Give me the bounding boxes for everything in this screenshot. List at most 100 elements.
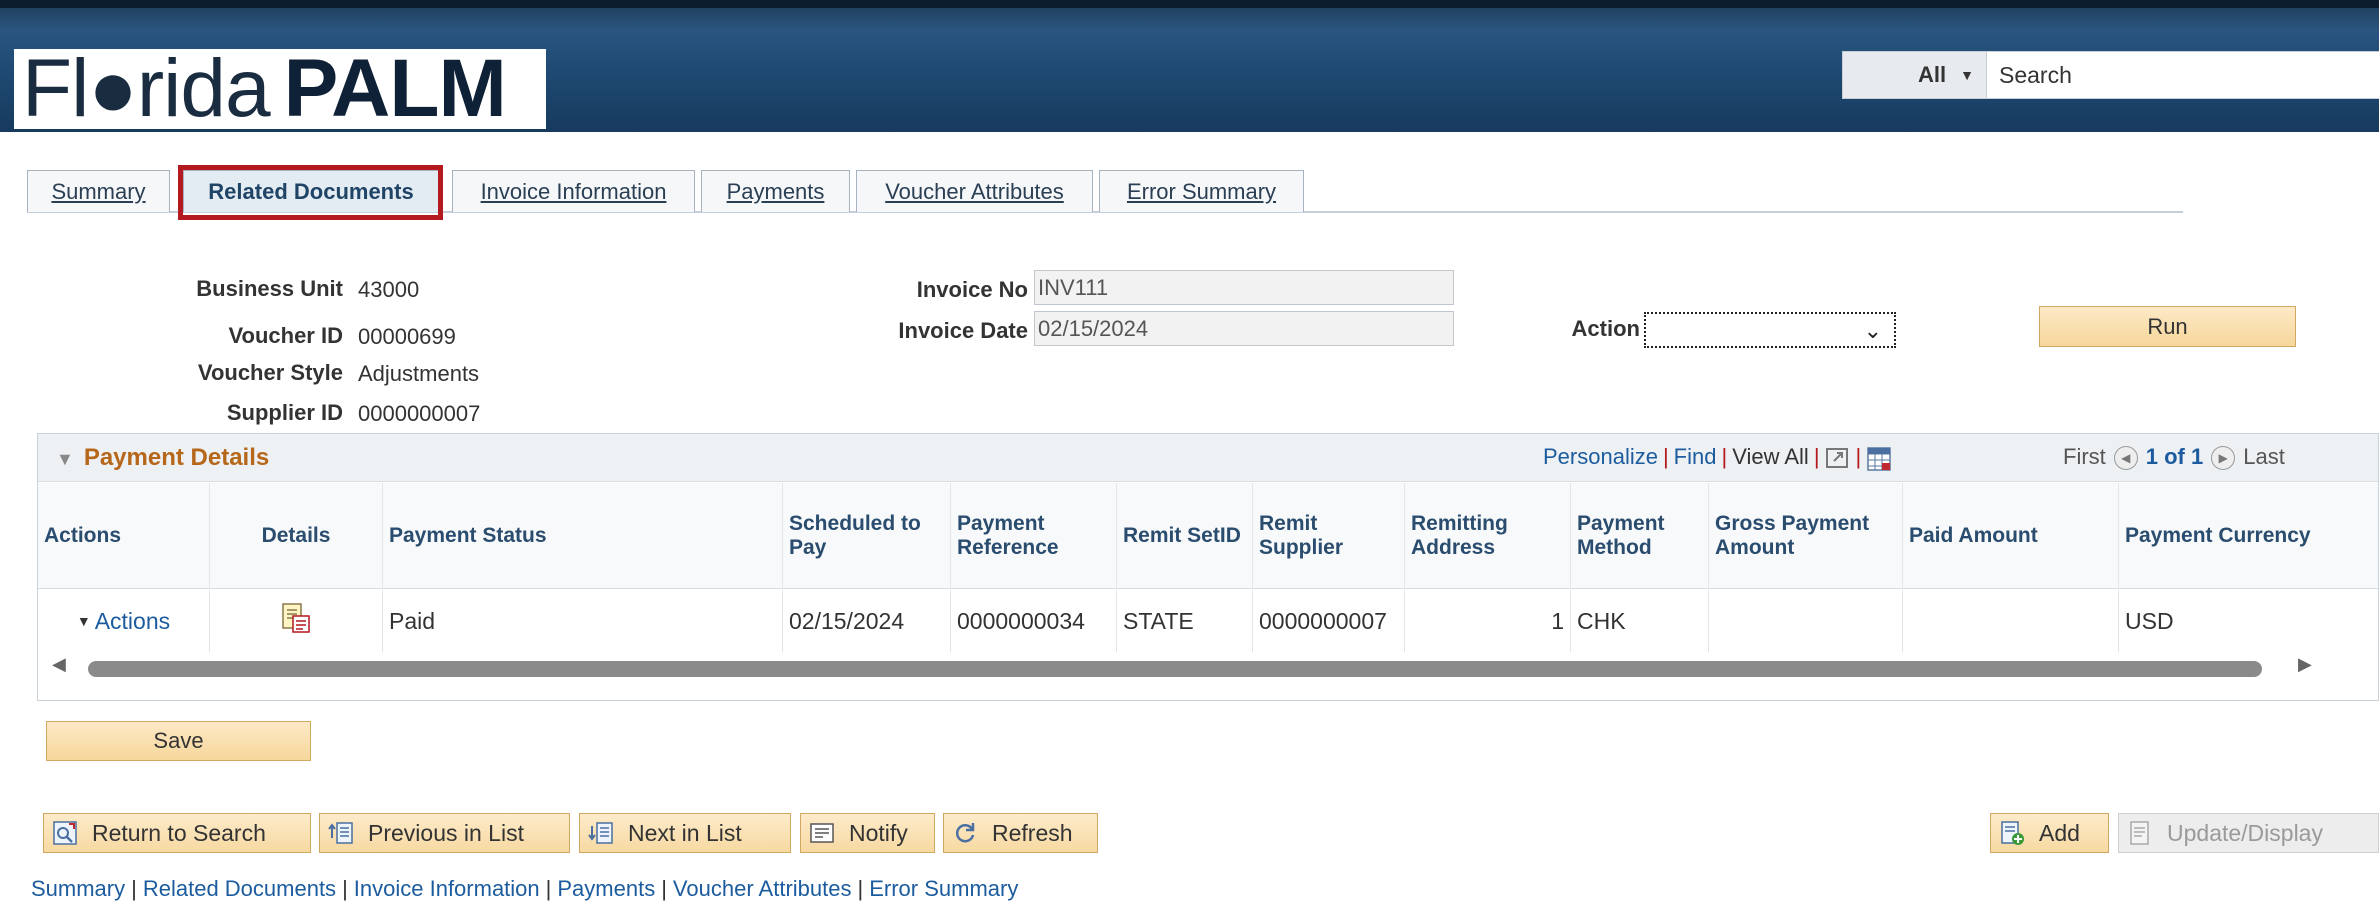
col-header-remit-supplier[interactable]: Remit Supplier: [1253, 483, 1405, 589]
update-display-icon: [2127, 820, 2153, 846]
cell-payment-method: CHK: [1571, 590, 1709, 652]
dropdown-triangle-icon: ▼: [76, 613, 91, 629]
scrollbar-thumb[interactable]: [88, 661, 2262, 677]
next-arrow-icon[interactable]: ▶: [2211, 446, 2236, 471]
col-header-remitting-address[interactable]: Remitting Address: [1405, 483, 1571, 589]
app-header: Fl●rida PALM All ▼: [0, 0, 2379, 132]
details-document-icon[interactable]: [280, 602, 312, 640]
previous-arrow-icon[interactable]: ◀: [2113, 446, 2138, 471]
column-header-row: Actions Details Payment Status Scheduled…: [38, 483, 2378, 589]
col-header-payment-method[interactable]: Payment Method: [1571, 483, 1709, 589]
search-scope-value: All: [1918, 62, 1947, 87]
run-button[interactable]: Run: [2039, 306, 2296, 347]
row-actions-menu[interactable]: ▼ Actions: [38, 590, 210, 652]
supplier-id-value: 0000000007: [358, 401, 481, 426]
next-in-list-icon: [588, 820, 614, 846]
next-in-list-button[interactable]: Next in List: [579, 813, 791, 853]
scroll-left-icon[interactable]: ◀: [52, 654, 66, 675]
table-row: ▼ Actions Paid 02/15/2024 0000000034 STAT…: [38, 590, 2378, 652]
footer-link-summary[interactable]: Summary: [31, 876, 125, 901]
col-header-remit-setid[interactable]: Remit SetID: [1117, 483, 1253, 589]
refresh-icon: [952, 820, 978, 846]
collapse-triangle-icon[interactable]: ▼: [56, 449, 74, 469]
previous-in-list-button[interactable]: Previous in List: [319, 813, 570, 853]
personalize-link[interactable]: Personalize: [1543, 444, 1658, 469]
notify-label: Notify: [849, 819, 908, 846]
return-to-search-button[interactable]: Return to Search: [43, 813, 311, 853]
col-header-scheduled-to-pay[interactable]: Scheduled to Pay: [783, 483, 951, 589]
last-link[interactable]: Last: [2243, 444, 2285, 469]
update-display-button[interactable]: Update/Display: [2118, 813, 2379, 853]
invoice-no-field[interactable]: INV111: [1034, 270, 1454, 305]
supplier-id-label: Supplier ID: [226, 400, 343, 425]
cell-paid-amount: [1903, 590, 2119, 652]
tab-label: Payments: [726, 178, 825, 204]
add-icon: [1999, 820, 2025, 846]
tab-invoice-information[interactable]: Invoice Information: [452, 170, 695, 212]
voucher-id-value: 00000699: [358, 324, 456, 349]
add-button[interactable]: Add: [1990, 813, 2109, 853]
return-to-search-label: Return to Search: [92, 819, 266, 846]
tab-label: Error Summary: [1126, 178, 1277, 204]
scroll-right-icon[interactable]: ▶: [2298, 654, 2312, 675]
footer-link-payments[interactable]: Payments: [557, 876, 655, 901]
return-to-search-icon: [52, 820, 78, 846]
col-header-gross-payment-amount[interactable]: Gross Payment Amount: [1709, 483, 1903, 589]
chevron-down-icon: ▼: [1960, 67, 1974, 83]
col-header-details[interactable]: Details: [210, 483, 383, 589]
cell-gross-payment-amount: [1709, 590, 1903, 652]
footer-tab-links: Summary | Related Documents | Invoice Inform…: [31, 876, 1018, 902]
refresh-button[interactable]: Refresh: [943, 813, 1098, 853]
notify-icon: [809, 820, 835, 846]
separator: |: [1662, 444, 1669, 469]
search-scope-dropdown[interactable]: All ▼: [1843, 52, 1986, 98]
horizontal-scrollbar[interactable]: ◀ ▶: [38, 652, 2378, 682]
find-link[interactable]: Find: [1674, 444, 1717, 469]
refresh-label: Refresh: [992, 819, 1073, 846]
header-top-line: [0, 0, 2379, 8]
col-header-actions[interactable]: Actions: [38, 483, 210, 589]
footer-link-voucher-attributes[interactable]: Voucher Attributes: [673, 876, 852, 901]
col-header-payment-reference[interactable]: Payment Reference: [951, 483, 1117, 589]
tab-label: Summary: [51, 178, 146, 204]
footer-link-error-summary[interactable]: Error Summary: [869, 876, 1018, 901]
add-label: Add: [2039, 819, 2080, 846]
invoice-date-field[interactable]: 02/15/2024: [1034, 311, 1454, 346]
invoice-no-label: Invoice No: [916, 277, 1028, 302]
business-unit-value: 43000: [358, 277, 420, 302]
download-spreadsheet-icon[interactable]: [1866, 446, 1892, 471]
grid-title[interactable]: ▼ Payment Details: [56, 444, 269, 472]
action-select[interactable]: ⌄: [1644, 312, 1896, 348]
col-header-paid-amount[interactable]: Paid Amount: [1903, 483, 2119, 589]
view-all-link[interactable]: View All: [1732, 444, 1809, 469]
tab-voucher-attributes[interactable]: Voucher Attributes: [856, 170, 1093, 212]
search-input[interactable]: [1986, 52, 2379, 98]
tab-error-summary[interactable]: Error Summary: [1099, 170, 1304, 212]
cell-payment-status: Paid: [383, 590, 783, 652]
separator: |: [131, 876, 137, 901]
cell-payment-reference: 0000000034: [951, 590, 1117, 652]
chevron-down-icon: ⌄: [1863, 318, 1882, 343]
save-button[interactable]: Save: [46, 721, 311, 761]
separator: |: [1855, 444, 1862, 469]
col-header-payment-status[interactable]: Payment Status: [383, 483, 783, 589]
tab-payments[interactable]: Payments: [701, 170, 850, 212]
payment-details-grid: ▼ Payment Details Personalize | Find | View A…: [37, 433, 2379, 701]
footer-link-invoice-information[interactable]: Invoice Information: [354, 876, 540, 901]
first-link[interactable]: First: [2063, 444, 2106, 469]
separator: |: [1721, 444, 1728, 469]
col-header-payment-currency[interactable]: Payment Currency: [2119, 483, 2379, 589]
previous-in-list-icon: [328, 820, 354, 846]
voucher-style-value: Adjustments: [358, 361, 480, 386]
zoom-grid-icon[interactable]: [1825, 446, 1851, 470]
global-search: All ▼: [1842, 51, 2379, 99]
row-actions-link[interactable]: Actions: [95, 608, 170, 635]
tab-summary[interactable]: Summary: [27, 170, 170, 212]
tab-label: Voucher Attributes: [885, 178, 1064, 204]
update-display-label: Update/Display: [2167, 819, 2323, 846]
separator: |: [1813, 444, 1820, 469]
notify-button[interactable]: Notify: [800, 813, 935, 853]
cell-payment-currency: USD: [2125, 607, 2174, 634]
footer-link-related-documents[interactable]: Related Documents: [143, 876, 336, 901]
voucher-style-label: Voucher Style: [197, 360, 343, 385]
